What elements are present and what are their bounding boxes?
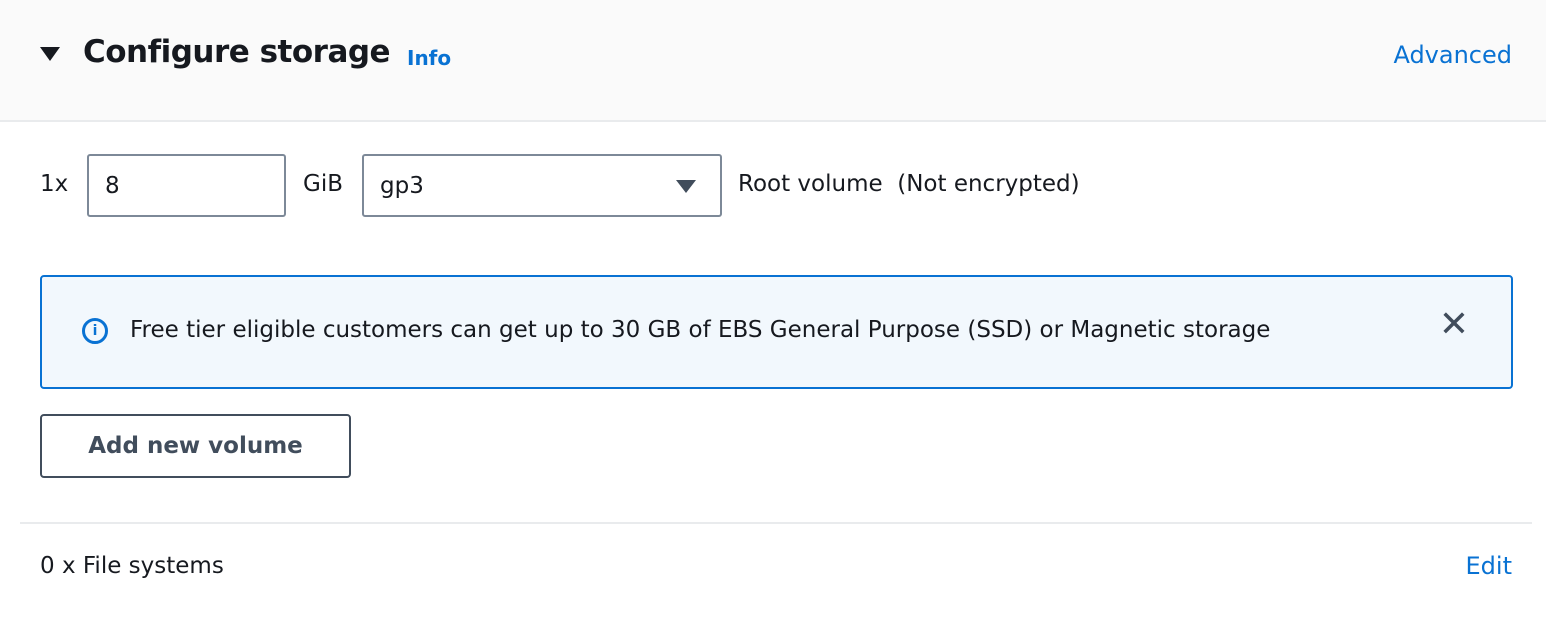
volume-type-select[interactable]: gp3	[362, 154, 722, 217]
close-icon[interactable]: ✕	[1439, 307, 1469, 343]
edit-file-systems-link[interactable]: Edit	[1466, 552, 1512, 580]
advanced-link[interactable]: Advanced	[1393, 41, 1512, 69]
volume-size-input[interactable]: 8	[87, 154, 286, 217]
info-alert: i Free tier eligible customers can get u…	[40, 275, 1513, 389]
caret-down-icon	[676, 180, 696, 193]
divider	[20, 522, 1532, 524]
file-systems-label: 0 x File systems	[40, 553, 224, 579]
unit-label: GiB	[303, 171, 343, 197]
info-circle-icon: i	[82, 318, 108, 344]
add-new-volume-button[interactable]: Add new volume	[40, 414, 351, 478]
info-link[interactable]: Info	[407, 46, 451, 70]
alert-text: Free tier eligible customers can get up …	[130, 317, 1271, 343]
volume-count-label: 1x	[40, 171, 69, 197]
section-title[interactable]: Configure storage	[83, 34, 391, 70]
volume-description: Root volume (Not encrypted)	[738, 171, 1080, 197]
volume-type-value: gp3	[380, 173, 424, 199]
caret-down-icon[interactable]	[40, 47, 60, 61]
section-header: Configure storage Info Advanced	[0, 0, 1546, 122]
